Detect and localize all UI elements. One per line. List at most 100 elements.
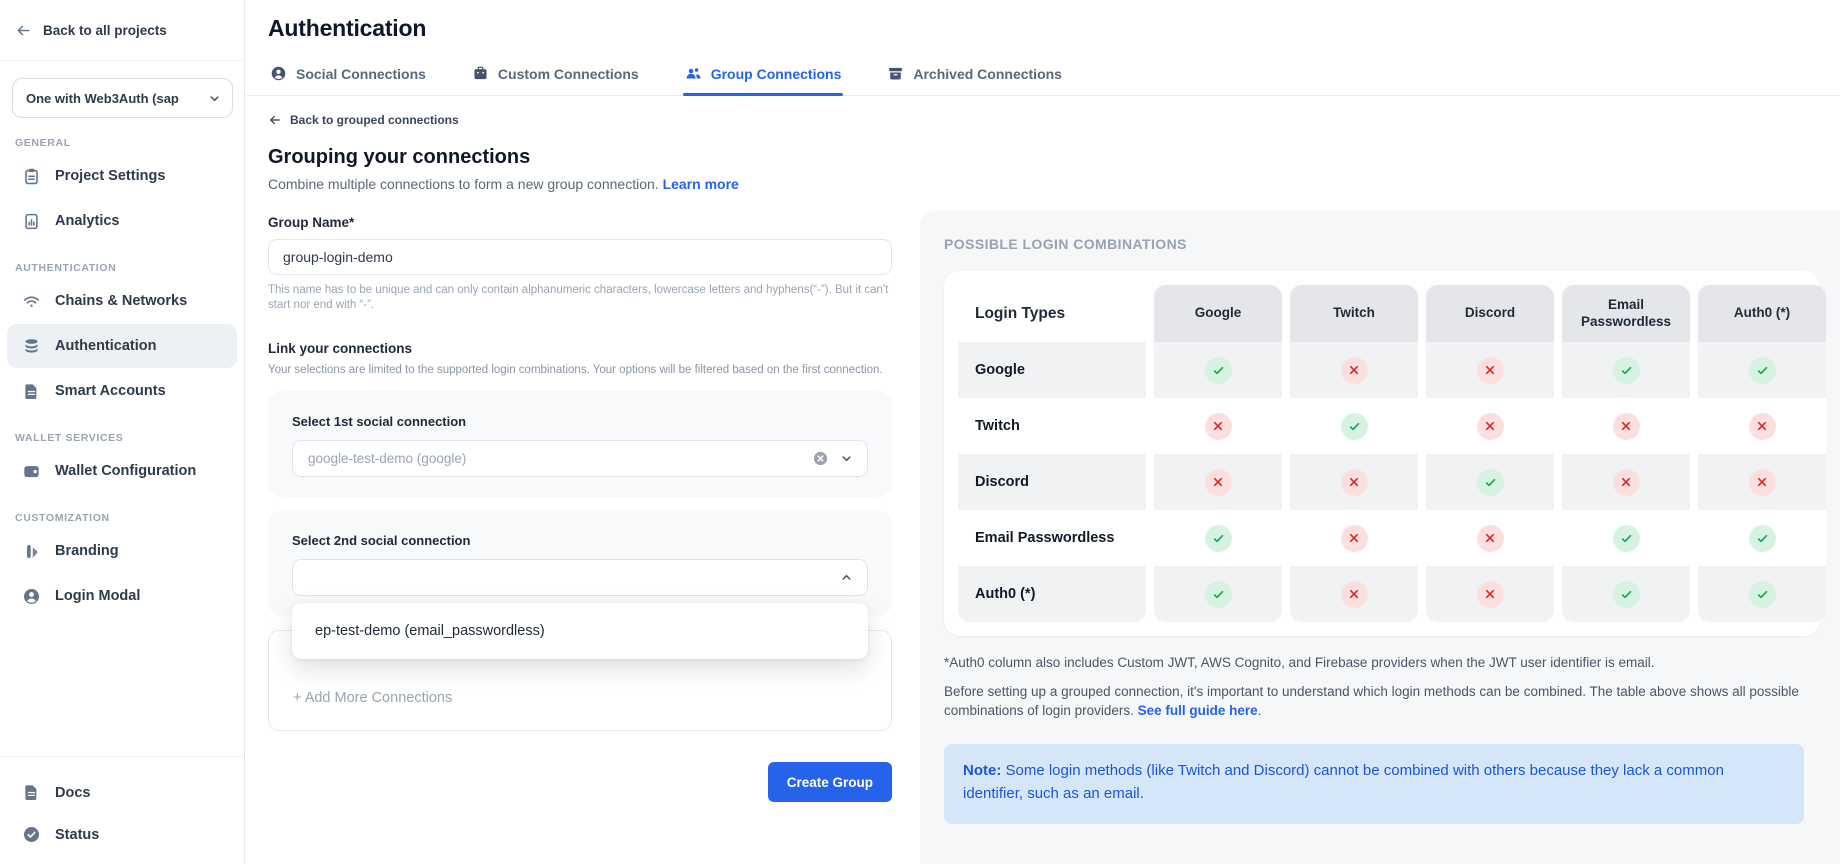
section-label-authentication: AUTHENTICATION [15, 262, 244, 274]
allowed-check-icon [1749, 525, 1776, 552]
page-title: Authentication [246, 0, 1840, 42]
footnote-guide-suffix: . [1258, 703, 1262, 718]
combo-cell [1426, 566, 1554, 622]
learn-more-link[interactable]: Learn more [663, 176, 739, 192]
combo-cell [1290, 566, 1418, 622]
section-label-general: GENERAL [15, 137, 244, 149]
back-to-grouped-connections-link[interactable]: Back to grouped connections [268, 113, 892, 127]
chevron-up-icon[interactable] [839, 570, 854, 585]
link-connections-heading: Link your connections [268, 341, 892, 356]
back-to-grouped-connections-label: Back to grouped connections [290, 113, 459, 127]
project-selector[interactable]: One with Web3Auth (sap [12, 78, 233, 118]
clear-icon[interactable] [812, 450, 829, 467]
column-twitch: Twitch [1290, 285, 1418, 622]
row-label: Twitch [958, 398, 1146, 454]
allowed-check-icon [1613, 357, 1640, 384]
not-allowed-x-icon [1341, 525, 1368, 552]
not-allowed-x-icon [1205, 469, 1232, 496]
chevron-down-icon [207, 91, 222, 106]
wifi-icon [22, 292, 41, 311]
main-content: Authentication Social Connections Custom… [246, 0, 1840, 864]
combo-cell [1426, 342, 1554, 398]
combo-cell [1154, 454, 1282, 510]
combo-cell [1154, 342, 1282, 398]
not-allowed-x-icon [1477, 581, 1504, 608]
submit-row: Create Group [268, 762, 892, 802]
combo-cell [1698, 566, 1826, 622]
sidebar-item-label: Project Settings [55, 168, 165, 184]
check-circle-icon [22, 825, 41, 844]
wallet-icon [22, 462, 41, 481]
sidebar-item-label: Branding [55, 543, 119, 559]
sidebar-footer: Docs Status [0, 756, 243, 864]
sidebar-item-smart-accounts[interactable]: Smart Accounts [7, 369, 237, 413]
not-allowed-x-icon [1341, 357, 1368, 384]
tab-group-connections[interactable]: Group Connections [685, 65, 842, 95]
tab-custom-connections[interactable]: Custom Connections [472, 65, 639, 95]
form-subtitle: Combine multiple connections to form a n… [268, 176, 892, 192]
sidebar-item-docs[interactable]: Docs [7, 772, 236, 813]
select-1st-controls [812, 450, 854, 467]
arrow-left-icon [15, 22, 32, 39]
sidebar-item-authentication[interactable]: Authentication [7, 324, 237, 368]
column-header: Email Passwordless [1562, 285, 1690, 342]
sidebar-item-label: Smart Accounts [55, 383, 166, 399]
chevron-down-icon[interactable] [839, 451, 854, 466]
footnote-guide-text: Before setting up a grouped connection, … [944, 684, 1799, 719]
create-group-button[interactable]: Create Group [768, 762, 892, 802]
select-2nd-controls [839, 570, 854, 585]
section-label-customization: CUSTOMIZATION [15, 512, 244, 524]
sidebar-item-project-settings[interactable]: Project Settings [7, 154, 237, 198]
tab-label: Custom Connections [498, 66, 639, 82]
not-allowed-x-icon [1749, 469, 1776, 496]
sidebar-item-branding[interactable]: Branding [7, 529, 237, 573]
combo-cell [1154, 398, 1282, 454]
document-icon [22, 382, 41, 401]
tab-social-connections[interactable]: Social Connections [270, 65, 426, 95]
combo-cell [1698, 342, 1826, 398]
column-header: Twitch [1290, 285, 1418, 342]
column-login-types: Login Types Google Twitch Discord Email … [958, 285, 1146, 622]
combo-cell [1290, 454, 1418, 510]
sidebar-item-chains-networks[interactable]: Chains & Networks [7, 279, 237, 323]
combo-cell [1698, 454, 1826, 510]
note-prefix: Note: [963, 762, 1001, 779]
tab-label: Social Connections [296, 66, 426, 82]
not-allowed-x-icon [1477, 413, 1504, 440]
second-connection-card: Select 2nd social connection ep-test-dem… [268, 510, 892, 616]
combo-cell [1290, 510, 1418, 566]
select-2nd-connection[interactable] [292, 559, 868, 596]
combo-cell [1290, 398, 1418, 454]
column-header: Google [1154, 285, 1282, 342]
select-1st-label: Select 1st social connection [292, 414, 868, 429]
form-subtitle-text: Combine multiple connections to form a n… [268, 176, 663, 192]
tab-archived-connections[interactable]: Archived Connections [887, 65, 1062, 95]
not-allowed-x-icon [1749, 413, 1776, 440]
sidebar-item-status[interactable]: Status [7, 814, 236, 855]
see-full-guide-link[interactable]: See full guide here [1138, 703, 1258, 718]
sidebar-item-label: Docs [55, 785, 90, 801]
user-circle-icon [22, 587, 41, 606]
sidebar-item-label: Chains & Networks [55, 293, 187, 309]
sidebar-item-wallet-configuration[interactable]: Wallet Configuration [7, 449, 237, 493]
allowed-check-icon [1613, 525, 1640, 552]
sidebar: Back to all projects One with Web3Auth (… [0, 0, 245, 864]
dropdown-option-ep-test-demo[interactable]: ep-test-demo (email_passwordless) [292, 603, 868, 659]
footnote-guide: Before setting up a grouped connection, … [944, 682, 1818, 721]
back-to-all-projects-link[interactable]: Back to all projects [0, 0, 244, 61]
column-header: Discord [1426, 285, 1554, 342]
combo-cell [1562, 342, 1690, 398]
form-heading: Grouping your connections [268, 146, 892, 169]
combo-cell [1698, 510, 1826, 566]
select-1st-connection[interactable]: google-test-demo (google) [292, 440, 868, 477]
archive-box-icon [887, 65, 904, 82]
combo-cell [1154, 566, 1282, 622]
sidebar-item-login-modal[interactable]: Login Modal [7, 574, 237, 618]
column-auth0: Auth0 (*) [1698, 285, 1826, 622]
column-header: Auth0 (*) [1698, 285, 1826, 342]
sidebar-item-analytics[interactable]: Analytics [7, 199, 237, 243]
allowed-check-icon [1749, 581, 1776, 608]
combo-cell [1562, 454, 1690, 510]
first-connection-card: Select 1st social connection google-test… [268, 391, 892, 497]
group-name-input[interactable]: group-login-demo [268, 239, 892, 275]
